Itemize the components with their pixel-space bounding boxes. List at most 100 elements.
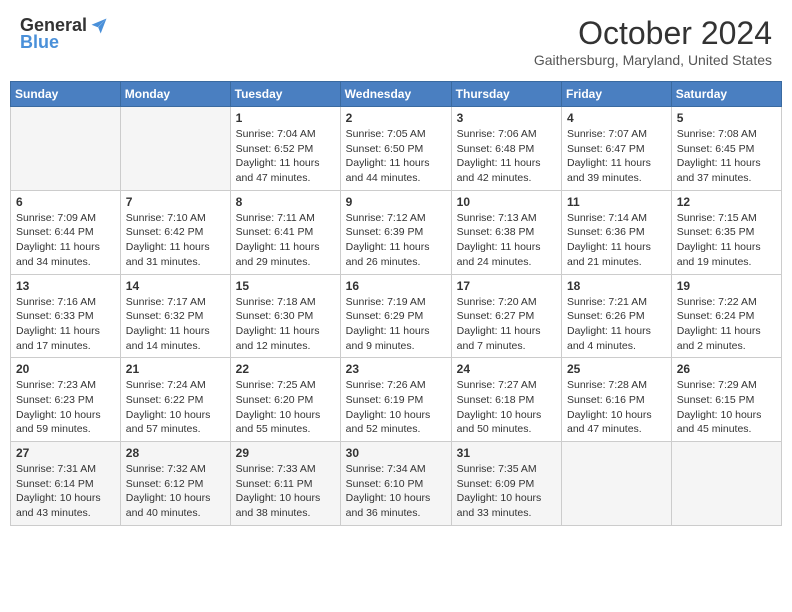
day-info: Sunrise: 7:16 AMSunset: 6:33 PMDaylight:… — [16, 295, 115, 354]
calendar-cell: 4 Sunrise: 7:07 AMSunset: 6:47 PMDaylight… — [562, 107, 672, 191]
title-area: October 2024 Gaithersburg, Maryland, Uni… — [534, 15, 772, 68]
calendar-cell: 25Sunrise: 7:28 AMSunset: 6:16 PMDayligh… — [562, 358, 672, 442]
day-number: 2 — [346, 111, 446, 125]
day-info: Sunrise: 7:23 AMSunset: 6:23 PMDaylight:… — [16, 378, 115, 437]
calendar-cell: 23 Sunrise: 7:26 AMSunset: 6:19 PMDayligh… — [340, 358, 451, 442]
calendar-cell: 19Sunrise: 7:22 AMSunset: 6:24 PMDayligh… — [671, 274, 781, 358]
calendar-table: SundayMondayTuesdayWednesdayThursdayFrid… — [10, 81, 782, 526]
day-info: Sunrise: 7:33 AMSunset: 6:11 PMDaylight:… — [236, 462, 335, 521]
day-number: 20 — [16, 362, 115, 376]
calendar-week-2: 6Sunrise: 7:09 AMSunset: 6:44 PMDaylight… — [11, 190, 782, 274]
calendar-cell: 18 Sunrise: 7:21 AMSunset: 6:26 PMDayligh… — [562, 274, 672, 358]
calendar-week-3: 13 Sunrise: 7:16 AMSunset: 6:33 PMDayligh… — [11, 274, 782, 358]
logo-bird-icon — [89, 16, 109, 36]
logo: General Blue — [20, 15, 109, 53]
day-number: 4 — [567, 111, 666, 125]
day-number: 31 — [457, 446, 556, 460]
day-number: 29 — [236, 446, 335, 460]
day-info: Sunrise: 7:21 AMSunset: 6:26 PMDaylight:… — [567, 295, 666, 354]
day-header-thursday: Thursday — [451, 82, 561, 107]
day-number: 8 — [236, 195, 335, 209]
calendar-cell: 16 Sunrise: 7:19 AMSunset: 6:29 PMDayligh… — [340, 274, 451, 358]
day-number: 30 — [346, 446, 446, 460]
calendar-header-row: SundayMondayTuesdayWednesdayThursdayFrid… — [11, 82, 782, 107]
day-header-monday: Monday — [120, 82, 230, 107]
day-number: 17 — [457, 279, 556, 293]
calendar-cell: 8Sunrise: 7:11 AMSunset: 6:41 PMDaylight… — [230, 190, 340, 274]
day-info: Sunrise: 7:25 AMSunset: 6:20 PMDaylight:… — [236, 378, 335, 437]
calendar-cell: 2 Sunrise: 7:05 AMSunset: 6:50 PMDaylight… — [340, 107, 451, 191]
calendar-cell: 27 Sunrise: 7:31 AMSunset: 6:14 PMDayligh… — [11, 442, 121, 526]
day-info: Sunrise: 7:28 AMSunset: 6:16 PMDaylight:… — [567, 378, 666, 437]
day-number: 9 — [346, 195, 446, 209]
day-number: 22 — [236, 362, 335, 376]
day-number: 19 — [677, 279, 776, 293]
day-number: 15 — [236, 279, 335, 293]
day-number: 16 — [346, 279, 446, 293]
day-number: 18 — [567, 279, 666, 293]
day-header-friday: Friday — [562, 82, 672, 107]
day-info: Sunrise: 7:09 AMSunset: 6:44 PMDaylight:… — [16, 211, 115, 270]
calendar-cell: 5Sunrise: 7:08 AMSunset: 6:45 PMDaylight… — [671, 107, 781, 191]
day-info: Sunrise: 7:18 AMSunset: 6:30 PMDaylight:… — [236, 295, 335, 354]
calendar-week-1: 1 Sunrise: 7:04 AMSunset: 6:52 PMDaylight… — [11, 107, 782, 191]
calendar-cell: 20 Sunrise: 7:23 AMSunset: 6:23 PMDayligh… — [11, 358, 121, 442]
day-info: Sunrise: 7:29 AMSunset: 6:15 PMDaylight:… — [677, 378, 776, 437]
calendar-cell — [11, 107, 121, 191]
calendar-cell — [120, 107, 230, 191]
calendar-cell: 24 Sunrise: 7:27 AMSunset: 6:18 PMDayligh… — [451, 358, 561, 442]
day-info: Sunrise: 7:05 AMSunset: 6:50 PMDaylight:… — [346, 127, 446, 186]
day-number: 7 — [126, 195, 225, 209]
day-info: Sunrise: 7:08 AMSunset: 6:45 PMDaylight:… — [677, 127, 776, 186]
day-number: 11 — [567, 195, 666, 209]
day-info: Sunrise: 7:32 AMSunset: 6:12 PMDaylight:… — [126, 462, 225, 521]
day-number: 23 — [346, 362, 446, 376]
day-number: 3 — [457, 111, 556, 125]
day-number: 27 — [16, 446, 115, 460]
day-info: Sunrise: 7:14 AMSunset: 6:36 PMDaylight:… — [567, 211, 666, 270]
day-info: Sunrise: 7:24 AMSunset: 6:22 PMDaylight:… — [126, 378, 225, 437]
calendar-cell: 30 Sunrise: 7:34 AMSunset: 6:10 PMDayligh… — [340, 442, 451, 526]
day-info: Sunrise: 7:13 AMSunset: 6:38 PMDaylight:… — [457, 211, 556, 270]
month-title: October 2024 — [534, 15, 772, 52]
day-number: 26 — [677, 362, 776, 376]
calendar-cell: 21Sunrise: 7:24 AMSunset: 6:22 PMDayligh… — [120, 358, 230, 442]
calendar-cell: 10 Sunrise: 7:13 AMSunset: 6:38 PMDayligh… — [451, 190, 561, 274]
day-header-saturday: Saturday — [671, 82, 781, 107]
calendar-cell: 22 Sunrise: 7:25 AMSunset: 6:20 PMDayligh… — [230, 358, 340, 442]
day-number: 24 — [457, 362, 556, 376]
day-info: Sunrise: 7:04 AMSunset: 6:52 PMDaylight:… — [236, 127, 335, 186]
calendar-cell: 15 Sunrise: 7:18 AMSunset: 6:30 PMDayligh… — [230, 274, 340, 358]
day-number: 12 — [677, 195, 776, 209]
day-info: Sunrise: 7:19 AMSunset: 6:29 PMDaylight:… — [346, 295, 446, 354]
day-info: Sunrise: 7:06 AMSunset: 6:48 PMDaylight:… — [457, 127, 556, 186]
page-header: General Blue October 2024 Gaithersburg, … — [10, 10, 782, 73]
calendar-cell: 7Sunrise: 7:10 AMSunset: 6:42 PMDaylight… — [120, 190, 230, 274]
day-info: Sunrise: 7:15 AMSunset: 6:35 PMDaylight:… — [677, 211, 776, 270]
day-number: 28 — [126, 446, 225, 460]
day-number: 14 — [126, 279, 225, 293]
day-info: Sunrise: 7:26 AMSunset: 6:19 PMDaylight:… — [346, 378, 446, 437]
day-info: Sunrise: 7:07 AMSunset: 6:47 PMDaylight:… — [567, 127, 666, 186]
calendar-cell: 28 Sunrise: 7:32 AMSunset: 6:12 PMDayligh… — [120, 442, 230, 526]
day-info: Sunrise: 7:35 AMSunset: 6:09 PMDaylight:… — [457, 462, 556, 521]
calendar-cell — [562, 442, 672, 526]
day-number: 10 — [457, 195, 556, 209]
calendar-cell: 17 Sunrise: 7:20 AMSunset: 6:27 PMDayligh… — [451, 274, 561, 358]
day-info: Sunrise: 7:31 AMSunset: 6:14 PMDaylight:… — [16, 462, 115, 521]
calendar-cell: 14 Sunrise: 7:17 AMSunset: 6:32 PMDayligh… — [120, 274, 230, 358]
logo-blue-text: Blue — [20, 32, 59, 53]
day-number: 13 — [16, 279, 115, 293]
location: Gaithersburg, Maryland, United States — [534, 52, 772, 68]
day-header-tuesday: Tuesday — [230, 82, 340, 107]
day-info: Sunrise: 7:27 AMSunset: 6:18 PMDaylight:… — [457, 378, 556, 437]
day-header-sunday: Sunday — [11, 82, 121, 107]
calendar-cell: 29 Sunrise: 7:33 AMSunset: 6:11 PMDayligh… — [230, 442, 340, 526]
day-info: Sunrise: 7:20 AMSunset: 6:27 PMDaylight:… — [457, 295, 556, 354]
calendar-cell — [671, 442, 781, 526]
calendar-cell: 11 Sunrise: 7:14 AMSunset: 6:36 PMDayligh… — [562, 190, 672, 274]
day-info: Sunrise: 7:34 AMSunset: 6:10 PMDaylight:… — [346, 462, 446, 521]
day-number: 1 — [236, 111, 335, 125]
calendar-cell: 6Sunrise: 7:09 AMSunset: 6:44 PMDaylight… — [11, 190, 121, 274]
day-info: Sunrise: 7:17 AMSunset: 6:32 PMDaylight:… — [126, 295, 225, 354]
